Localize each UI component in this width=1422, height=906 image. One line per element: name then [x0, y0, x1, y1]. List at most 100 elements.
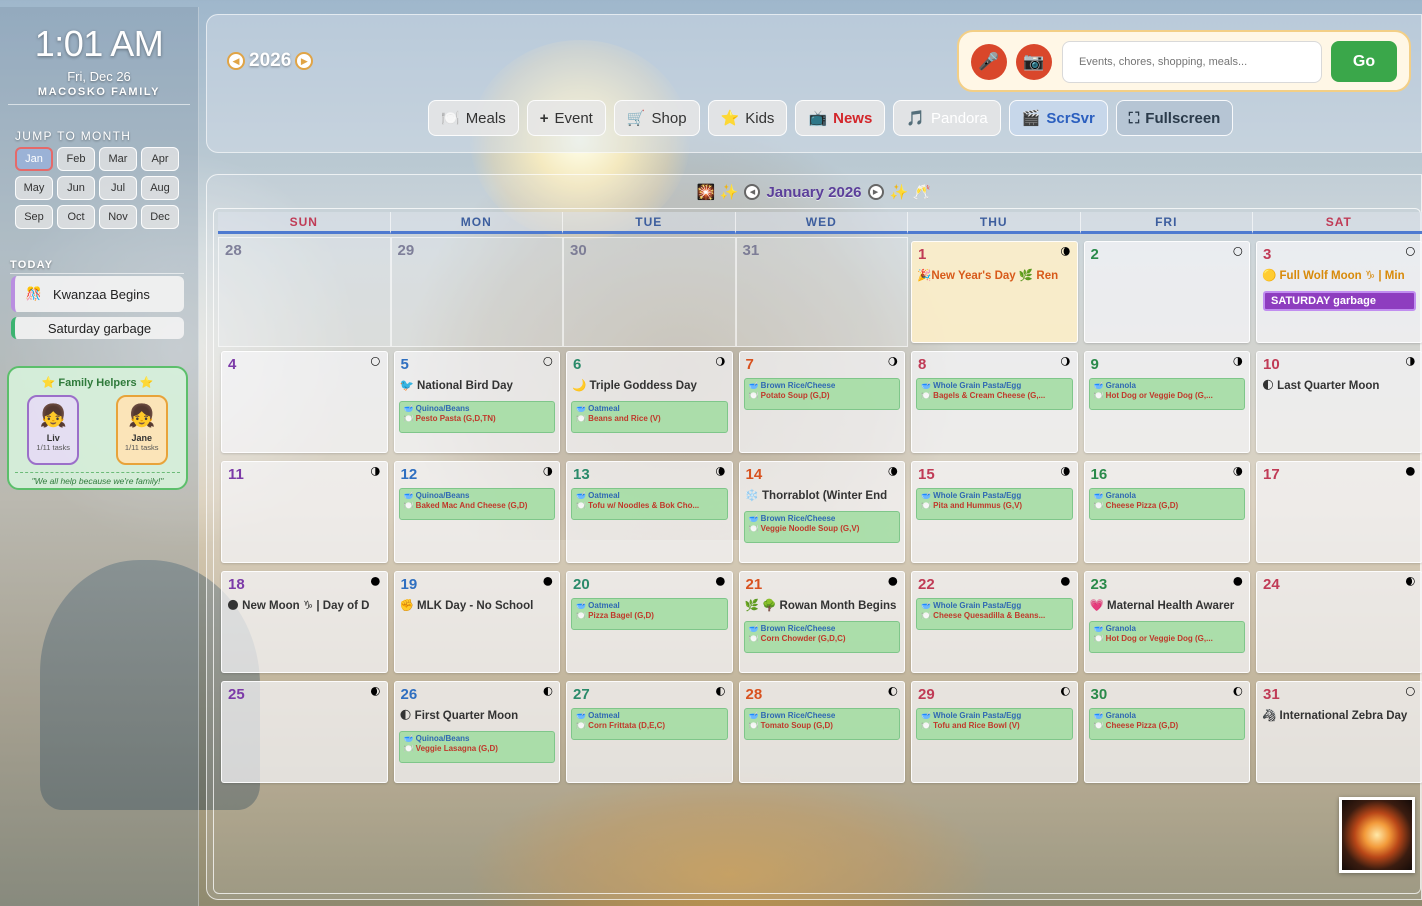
month-button-jun[interactable]: Jun	[57, 176, 95, 200]
day-cell[interactable]: 28	[218, 237, 391, 347]
day-cell[interactable]: 26 🌓 🌓 First Quarter Moon 🥣 Quinoa/Beans 🍽️ …	[393, 681, 560, 783]
meal-plan[interactable]: 🥣 Granola 🍽️ Hot Dog or Veggie Dog (G,...	[1088, 621, 1245, 653]
day-cell[interactable]: 2 🌕	[1083, 241, 1250, 343]
day-cell[interactable]: 4 🌕	[221, 351, 388, 453]
month-button-feb[interactable]: Feb	[57, 147, 95, 171]
meal-plan[interactable]: 🥣 Whole Grain Pasta/Egg 🍽️ Cheese Quesadi…	[916, 598, 1073, 630]
add-event-button[interactable]: + Event	[526, 100, 606, 136]
day-cell[interactable]: 24 🌒	[1256, 571, 1422, 673]
helper-card-liv[interactable]: 👧 Liv 1/11 tasks	[27, 395, 80, 465]
month-button-aug[interactable]: Aug	[141, 176, 179, 200]
calendar-event[interactable]: 🌙 Triple Goddess Day	[572, 378, 730, 392]
calendar-event[interactable]: ❄️ Thorrablot (Winter End	[745, 488, 903, 502]
meal-plan[interactable]: 🥣 Brown Rice/Cheese 🍽️ Corn Chowder (G,D,…	[743, 621, 900, 653]
day-cell[interactable]: 11 🌗	[221, 461, 388, 563]
today-event-kwanzaa[interactable]: 🎊 Kwanzaa Begins	[11, 276, 184, 312]
meal-plan[interactable]: 🥣 Oatmeal 🍽️ Pizza Bagel (G,D)	[571, 598, 728, 630]
day-cell[interactable]: 23 🌑 💗 Maternal Health Awarer 🥣 Granola 🍽️ H…	[1083, 571, 1250, 673]
news-button[interactable]: 📺 News	[795, 100, 886, 136]
next-month-button[interactable]: ▶	[867, 184, 884, 200]
month-button-sep[interactable]: Sep	[15, 205, 53, 229]
meal-plan[interactable]: 🥣 Brown Rice/Cheese 🍽️ Veggie Noodle Soup…	[743, 511, 900, 543]
month-button-jan[interactable]: Jan	[15, 147, 53, 171]
day-cell[interactable]: 19 🌑 ✊ MLK Day - No School	[393, 571, 560, 673]
next-year-button[interactable]: ▶	[295, 52, 314, 70]
go-button[interactable]: Go	[1331, 41, 1397, 82]
day-cell[interactable]: 18 🌑 🌑 New Moon ♑ | Day of D	[221, 571, 388, 673]
microphone-icon[interactable]: 🎤	[971, 44, 1007, 80]
meal-plan[interactable]: 🥣 Oatmeal 🍽️ Beans and Rice (V)	[571, 401, 728, 433]
day-cell[interactable]: 22 🌑 🥣 Whole Grain Pasta/Egg 🍽️ Cheese Ques…	[911, 571, 1078, 673]
day-cell[interactable]: 28 🌔 🥣 Brown Rice/Cheese 🍽️ Tomato Soup (G,…	[738, 681, 905, 783]
day-cell[interactable]: 29	[390, 237, 563, 347]
quick-add-input[interactable]	[1062, 41, 1322, 83]
day-cell[interactable]: 3 🌕 🟡 Full Wolf Moon ♑ | Min SATURDAY garba…	[1256, 241, 1422, 343]
month-button-oct[interactable]: Oct	[57, 205, 95, 229]
meal-plan[interactable]: 🥣 Brown Rice/Cheese 🍽️ Potato Soup (G,D)	[743, 378, 900, 410]
day-cell[interactable]: 29 🌔 🥣 Whole Grain Pasta/Egg 🍽️ Tofu and Ri…	[911, 681, 1078, 783]
month-button-nov[interactable]: Nov	[99, 205, 137, 229]
meal-plan[interactable]: 🥣 Brown Rice/Cheese 🍽️ Tomato Soup (G,D)	[743, 708, 900, 740]
meal-plan[interactable]: 🥣 Whole Grain Pasta/Egg 🍽️ Pita and Hummu…	[916, 488, 1073, 520]
calendar-event[interactable]: 🎉New Year's Day 🌿 Ren	[917, 268, 1075, 282]
meal-plan[interactable]: 🥣 Whole Grain Pasta/Egg 🍽️ Bagels & Cream…	[916, 378, 1073, 410]
calendar-event[interactable]: 🌓 Last Quarter Moon	[1262, 378, 1420, 392]
day-cell[interactable]: 7 🌖 🥣 Brown Rice/Cheese 🍽️ Potato Soup (G,D…	[738, 351, 905, 453]
today-chore[interactable]: Saturday garbage	[11, 317, 184, 339]
kids-button[interactable]: ⭐ Kids	[707, 100, 788, 136]
day-cell[interactable]: 16 🌘 🥣 Granola 🍽️ Cheese Pizza (G,D)	[1083, 461, 1250, 563]
prev-year-button[interactable]: ◀	[227, 52, 245, 70]
month-button-dec[interactable]: Dec	[141, 205, 179, 229]
day-cell[interactable]: 27 🌓 🥣 Oatmeal 🍽️ Corn Frittata (D,E,C)	[566, 681, 733, 783]
meal-plan[interactable]: 🥣 Oatmeal 🍽️ Tofu w/ Noodles & Bok Cho...	[571, 488, 728, 520]
month-button-apr[interactable]: Apr	[141, 147, 179, 171]
meal-plan[interactable]: 🥣 Granola 🍽️ Cheese Pizza (G,D)	[1088, 708, 1245, 740]
shop-button[interactable]: 🛒 Shop	[613, 100, 700, 136]
day-cell[interactable]: 31 🌕 🦓 International Zebra Day	[1256, 681, 1422, 783]
pandora-button[interactable]: 🎵 Pandora	[893, 100, 1001, 136]
day-cell[interactable]: 30 🌔 🥣 Granola 🍽️ Cheese Pizza (G,D)	[1083, 681, 1250, 783]
meal-plan[interactable]: 🥣 Quinoa/Beans 🍽️ Pesto Pasta (G,D,TN)	[398, 401, 555, 433]
calendar-event[interactable]: 🦓 International Zebra Day	[1262, 708, 1420, 722]
calendar-event[interactable]: 🌿 🌳 Rowan Month Begins	[745, 598, 903, 612]
fullscreen-button[interactable]: ⛶ Fullscreen	[1115, 100, 1234, 136]
meal-plan[interactable]: 🥣 Whole Grain Pasta/Egg 🍽️ Tofu and Rice …	[916, 708, 1073, 740]
day-cell[interactable]: 10 🌗 🌓 Last Quarter Moon	[1256, 351, 1422, 453]
screensaver-button[interactable]: 🎬 ScrSvr	[1008, 100, 1108, 136]
month-button-mar[interactable]: Mar	[99, 147, 137, 171]
day-cell[interactable]: 8 🌖 🥣 Whole Grain Pasta/Egg 🍽️ Bagels & Cre…	[911, 351, 1078, 453]
chore-badge[interactable]: SATURDAY garbage	[1263, 291, 1416, 311]
prev-month-button[interactable]: ◀	[744, 184, 761, 200]
day-cell[interactable]: 1 🌘 🎉New Year's Day 🌿 Ren	[911, 241, 1078, 343]
calendar-event[interactable]: 🌓 First Quarter Moon	[400, 708, 558, 722]
meal-plan[interactable]: 🥣 Granola 🍽️ Hot Dog or Veggie Dog (G,...	[1088, 378, 1245, 410]
camera-icon[interactable]: 📷	[1016, 44, 1052, 80]
day-cell[interactable]: 17 🌑	[1256, 461, 1422, 563]
meal-plan[interactable]: 🥣 Quinoa/Beans 🍽️ Veggie Lasagna (G,D)	[398, 731, 555, 763]
month-button-jul[interactable]: Jul	[99, 176, 137, 200]
day-cell[interactable]: 13 🌘 🥣 Oatmeal 🍽️ Tofu w/ Noodles & Bok Cho…	[566, 461, 733, 563]
screensaver-thumbnail[interactable]	[1339, 797, 1415, 873]
day-cell[interactable]: 9 🌗 🥣 Granola 🍽️ Hot Dog or Veggie Dog (G,.…	[1083, 351, 1250, 453]
calendar-event[interactable]: 💗 Maternal Health Awarer	[1090, 598, 1248, 612]
day-cell[interactable]: 5 🌕 🐦 National Bird Day 🥣 Quinoa/Beans 🍽️ Pe…	[393, 351, 560, 453]
day-cell[interactable]: 12 🌗 🥣 Quinoa/Beans 🍽️ Baked Mac And Cheese…	[393, 461, 560, 563]
day-cell[interactable]: 15 🌘 🥣 Whole Grain Pasta/Egg 🍽️ Pita and Hu…	[911, 461, 1078, 563]
calendar-event[interactable]: 🌑 New Moon ♑ | Day of D	[227, 598, 385, 612]
day-cell[interactable]: 30	[563, 237, 736, 347]
day-cell[interactable]: 31	[735, 237, 908, 347]
month-button-may[interactable]: May	[15, 176, 53, 200]
calendar-event[interactable]: ✊ MLK Day - No School	[400, 598, 558, 612]
meal-plan[interactable]: 🥣 Oatmeal 🍽️ Corn Frittata (D,E,C)	[571, 708, 728, 740]
calendar-event[interactable]: 🟡 Full Wolf Moon ♑ | Min	[1262, 268, 1420, 282]
helper-card-jane[interactable]: 👧 Jane 1/11 tasks	[115, 395, 168, 465]
calendar-event[interactable]: 🐦 National Bird Day	[400, 378, 558, 392]
meals-button[interactable]: 🍽️ Meals	[428, 100, 519, 136]
day-cell[interactable]: 25 🌒	[221, 681, 388, 783]
day-cell[interactable]: 21 🌑 🌿 🌳 Rowan Month Begins 🥣 Brown Rice/Ch…	[738, 571, 905, 673]
meal-plan[interactable]: 🥣 Quinoa/Beans 🍽️ Baked Mac And Cheese (G…	[398, 488, 555, 520]
meal-plan[interactable]: 🥣 Granola 🍽️ Cheese Pizza (G,D)	[1088, 488, 1245, 520]
day-cell[interactable]: 14 🌘 ❄️ Thorrablot (Winter End 🥣 Brown Rice…	[738, 461, 905, 563]
day-cell[interactable]: 6 🌖 🌙 Triple Goddess Day 🥣 Oatmeal 🍽️ Beans …	[566, 351, 733, 453]
day-cell[interactable]: 20 🌑 🥣 Oatmeal 🍽️ Pizza Bagel (G,D)	[566, 571, 733, 673]
